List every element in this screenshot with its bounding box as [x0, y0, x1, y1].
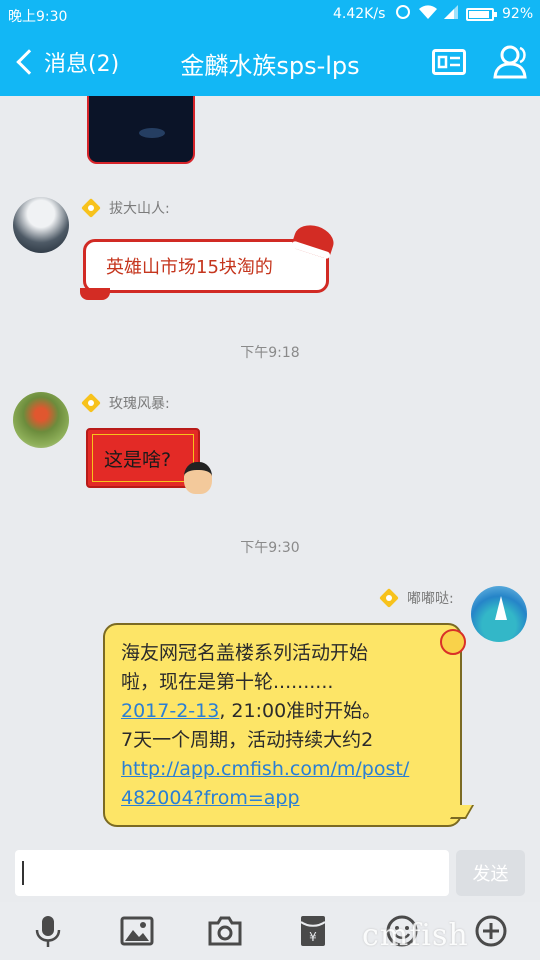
sender-label: 玫瑰风暴:	[109, 396, 170, 412]
battery-percent: 92%	[502, 6, 534, 22]
avatar[interactable]	[13, 392, 69, 448]
watermark: cmfish	[362, 918, 469, 953]
message-line: 2017-2-13, 21:00准时开始。	[121, 697, 444, 726]
timestamp: 下午9:18	[240, 345, 300, 361]
message-line: 482004?from=app	[121, 784, 444, 813]
message-list[interactable]: 拔大山人: 英雄山市场15块淘的 下午9:18 玫瑰风暴: 这是啥? 下午9:3…	[0, 96, 540, 838]
group-members-icon[interactable]	[490, 42, 530, 82]
message-input[interactable]	[15, 850, 449, 896]
red-packet-icon[interactable]: ¥	[296, 914, 330, 948]
url-link-continued[interactable]: 482004?from=app	[121, 787, 300, 809]
network-speed: 4.42K/s	[333, 6, 386, 22]
message-text: 英雄山市场15块淘的	[106, 257, 273, 278]
sailboat-image	[495, 596, 507, 620]
message-line: 海友网冠名盖楼系列活动开始	[121, 642, 369, 664]
chick-sticker-icon	[440, 629, 466, 655]
sender-name: 嘟嘟哒:	[379, 588, 454, 608]
date-link[interactable]: 2017-2-13	[121, 700, 219, 722]
message-bubble[interactable]: 这是啥?	[86, 428, 212, 494]
svg-text:¥: ¥	[309, 930, 317, 944]
ribbon-decoration	[80, 288, 110, 300]
status-bar: 晚上9:30 4.42K/s 92%	[0, 0, 540, 28]
timestamp: 下午9:30	[240, 540, 300, 556]
santa-hat-icon	[290, 220, 338, 260]
sticker-icon	[184, 462, 212, 494]
message-line: 啦，现在是第十轮..........	[121, 671, 334, 693]
member-badge-icon	[379, 588, 399, 608]
member-badge-icon	[81, 198, 101, 218]
chat-header: 消息(2) 金麟水族sps-lps	[0, 28, 540, 96]
avatar[interactable]	[471, 586, 527, 642]
message-bubble[interactable]: 海友网冠名盖楼系列活动开始 啦，现在是第十轮.......... 2017-2-…	[103, 623, 475, 827]
message-text: 这是啥?	[104, 448, 172, 471]
member-badge-icon	[81, 393, 101, 413]
profile-card-icon[interactable]	[432, 49, 466, 75]
status-time: 晚上9:30	[8, 9, 68, 25]
image-message[interactable]	[87, 96, 195, 164]
plus-icon[interactable]	[474, 914, 508, 948]
sender-label: 嘟嘟哒:	[407, 591, 454, 607]
message-line: http://app.cmfish.com/m/post/	[121, 755, 444, 784]
wifi-icon	[419, 5, 437, 19]
sender-label: 拔大山人:	[109, 201, 170, 217]
microphone-icon[interactable]	[31, 914, 65, 948]
message-line: 7天一个周期，活动持续大约2	[121, 729, 374, 751]
sender-name: 拔大山人:	[81, 198, 170, 218]
battery-icon	[466, 8, 497, 21]
alarm-icon	[396, 5, 410, 19]
signal-icon	[444, 5, 458, 19]
message-bubble[interactable]: 英雄山市场15块淘的	[80, 220, 338, 300]
camera-icon[interactable]	[208, 914, 242, 948]
message-line-rest: , 21:00准时开始。	[219, 700, 382, 722]
sender-name: 玫瑰风暴:	[81, 393, 170, 413]
image-content	[139, 128, 165, 138]
bubble-tail	[449, 805, 475, 819]
avatar[interactable]	[13, 197, 69, 253]
send-button[interactable]: 发送	[456, 850, 525, 896]
input-bar: 发送	[0, 838, 540, 902]
url-link[interactable]: http://app.cmfish.com/m/post/	[121, 758, 409, 780]
image-icon[interactable]	[120, 914, 154, 948]
